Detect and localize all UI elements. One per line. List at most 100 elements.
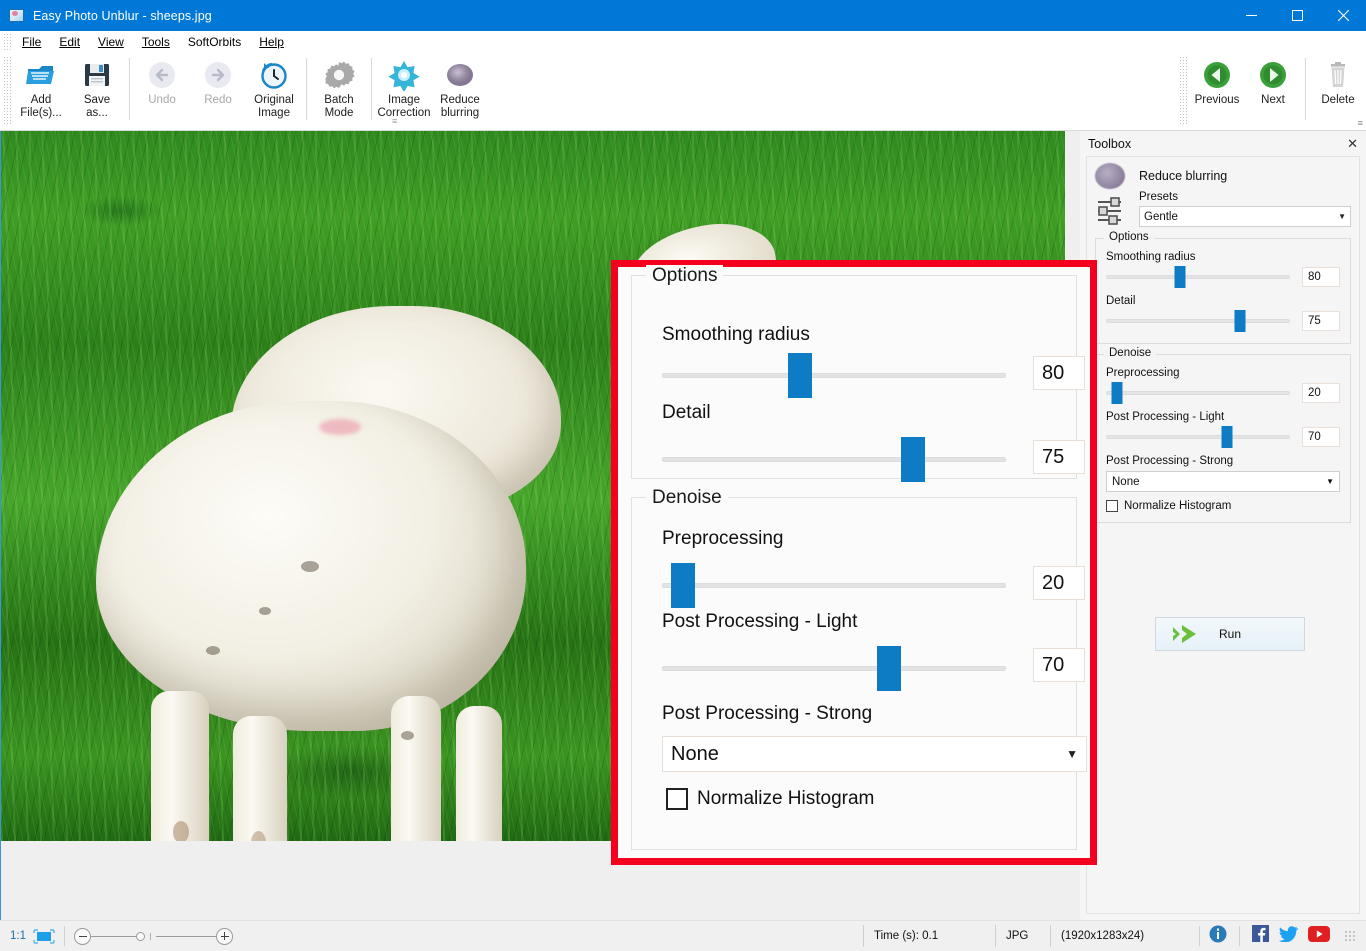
callout-post-light-thumb[interactable] (877, 646, 902, 691)
toolbox-header: Toolbox ✕ (1080, 131, 1366, 156)
smoothing-radius-slider[interactable] (1106, 266, 1290, 288)
menu-label-softorbits: SoftOrbits (187, 34, 242, 49)
toolbar-overflow-right[interactable]: ≡ (1358, 118, 1363, 128)
save-as-button[interactable]: Save as... (69, 53, 125, 123)
highlight-callout-panel: Options Smoothing radius 80 Detail 75 De… (611, 260, 1097, 865)
toolbar-grip-right[interactable] (1179, 56, 1187, 126)
preprocessing-slider[interactable] (1106, 382, 1290, 404)
chevron-down-icon: ▼ (1066, 747, 1078, 761)
smoothing-radius-thumb[interactable] (1174, 266, 1186, 288)
maximize-button[interactable] (1274, 0, 1320, 31)
options-legend: Options (1104, 231, 1154, 243)
app-photo-icon (9, 8, 25, 24)
batch-mode-button[interactable]: Batch Mode (311, 53, 367, 123)
run-button[interactable]: Run (1155, 617, 1305, 651)
callout-detail-thumb[interactable] (901, 437, 926, 482)
smoothing-radius-value[interactable]: 80 (1302, 267, 1340, 287)
preprocessing-thumb[interactable] (1111, 382, 1123, 404)
youtube-icon[interactable] (1308, 925, 1330, 947)
zoom-tick (150, 932, 151, 940)
redo-icon (202, 59, 234, 91)
menu-label-help: Help (259, 34, 284, 49)
callout-post-light-label: Post Processing - Light (662, 611, 858, 632)
menu-item-help[interactable]: Help (250, 33, 293, 51)
presets-select[interactable]: Gentle ▼ (1139, 206, 1351, 227)
menu-item-view[interactable]: View (89, 33, 133, 51)
menu-item-softorbits[interactable]: SoftOrbits (179, 33, 250, 51)
original-image-label: Original Image (254, 94, 294, 119)
callout-preprocessing-value[interactable]: 20 (1033, 566, 1085, 600)
callout-smoothing-radius-slider[interactable] (662, 353, 1006, 398)
original-image-icon (258, 59, 290, 91)
zoom-slider-knob[interactable] (136, 931, 145, 941)
detail-slider[interactable] (1106, 310, 1290, 332)
redo-label: Redo (204, 94, 232, 106)
next-button[interactable]: Next (1245, 53, 1301, 110)
add-files-button[interactable]: Add File(s)... (13, 53, 69, 123)
toolbox-panel: Toolbox ✕ Reduce blurring Presets Gentle… (1080, 131, 1366, 920)
zoom-in-icon[interactable] (216, 927, 233, 945)
original-image-button[interactable]: Original Image (246, 53, 302, 123)
callout-smoothing-radius-thumb[interactable] (787, 353, 812, 398)
twitter-icon[interactable] (1278, 925, 1299, 947)
save-as-icon (81, 59, 113, 91)
callout-post-strong-select[interactable]: None ▼ (662, 736, 1087, 772)
callout-preprocessing-slider[interactable] (662, 563, 1006, 608)
window-title: Easy Photo Unblur - sheeps.jpg (33, 8, 212, 23)
zoom-slider-control[interactable] (74, 927, 233, 945)
callout-normalize-histogram-checkbox[interactable]: Normalize Histogram (666, 788, 874, 810)
callout-post-light-slider[interactable] (662, 646, 1006, 691)
zoom-out-icon[interactable] (74, 927, 91, 945)
menu-item-edit[interactable]: Edit (50, 33, 89, 51)
redo-button[interactable]: Redo (190, 53, 246, 110)
menu-grip[interactable] (3, 33, 13, 50)
resize-grip[interactable] (1344, 930, 1356, 942)
fit-to-window-icon[interactable] (33, 928, 55, 944)
detail-thumb[interactable] (1234, 310, 1246, 332)
toolbar-grip[interactable] (3, 56, 11, 126)
post-processing-strong-select[interactable]: None ▼ (1106, 471, 1340, 492)
preprocessing-value[interactable]: 20 (1302, 383, 1340, 403)
normalize-histogram-checkbox[interactable]: Normalize Histogram (1106, 500, 1340, 512)
menu-item-file[interactable]: File (13, 33, 50, 51)
lamb-spot (401, 731, 414, 740)
lamb-leg-mark (173, 821, 189, 841)
lamb-spot (206, 646, 220, 655)
toolbar-group-batch: Batch Mode (311, 53, 367, 129)
callout-smoothing-radius-value[interactable]: 80 (1033, 356, 1085, 390)
callout-denoise-legend: Denoise (646, 487, 728, 509)
callout-preprocessing-thumb[interactable] (670, 563, 695, 608)
previous-arrow-icon (1201, 59, 1233, 91)
post-processing-strong-value: None (1112, 475, 1140, 488)
menu-item-tools[interactable]: Tools (133, 33, 179, 51)
undo-label: Undo (148, 94, 176, 106)
toolbar-separator-3 (371, 58, 372, 120)
checkbox-box[interactable] (1106, 500, 1118, 512)
callout-detail-slider[interactable] (662, 437, 1006, 482)
post-processing-light-thumb[interactable] (1221, 426, 1233, 448)
delete-label: Delete (1321, 94, 1355, 106)
callout-post-light-value[interactable]: 70 (1033, 648, 1085, 682)
facebook-icon[interactable] (1252, 925, 1269, 947)
post-processing-light-value[interactable]: 70 (1302, 427, 1340, 447)
info-icon[interactable] (1209, 925, 1227, 948)
close-button[interactable] (1320, 0, 1366, 31)
menu-label-view: View (98, 34, 124, 49)
callout-detail-label: Detail (662, 402, 711, 423)
toolbar-separator-1 (129, 58, 130, 120)
callout-options-group: Options Smoothing radius 80 Detail 75 (631, 265, 1085, 482)
callout-denoise-group: Denoise Preprocessing 20 Post Processing… (631, 487, 1087, 850)
detail-value[interactable]: 75 (1302, 311, 1340, 331)
toolbox-close-icon[interactable]: ✕ (1347, 136, 1358, 152)
previous-button[interactable]: Previous (1189, 53, 1245, 110)
minimize-button[interactable] (1228, 0, 1274, 31)
undo-button[interactable]: Undo (134, 53, 190, 110)
toolbar-overflow-left[interactable]: ≡ (392, 116, 397, 126)
image-correction-button[interactable]: Image Correction (376, 53, 432, 123)
delete-button[interactable]: Delete (1310, 53, 1366, 110)
reduce-blurring-button[interactable]: Reduce blurring (432, 53, 488, 123)
callout-detail-value[interactable]: 75 (1033, 440, 1085, 474)
checkbox-box[interactable] (666, 788, 688, 810)
post-processing-light-slider[interactable] (1106, 426, 1290, 448)
previous-label: Previous (1194, 94, 1240, 106)
